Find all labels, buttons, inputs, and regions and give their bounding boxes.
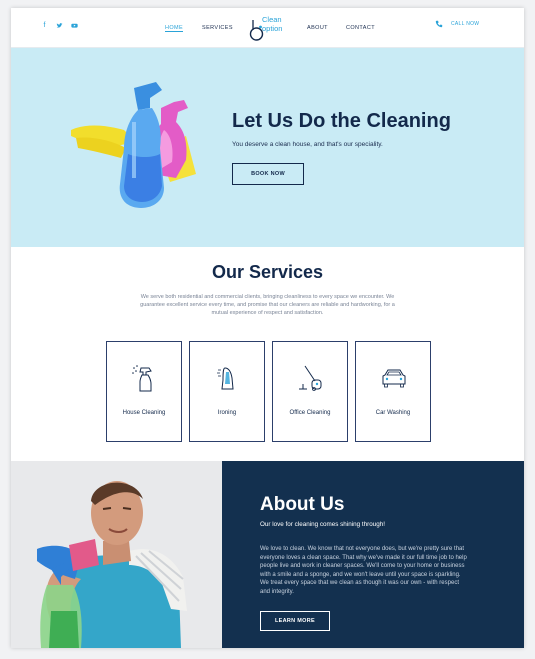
cleaning-supplies-image bbox=[71, 82, 196, 208]
about-subtitle: Our love for cleaning comes shining thro… bbox=[260, 521, 385, 528]
card-label: Office Cleaning bbox=[289, 410, 331, 416]
youtube-icon[interactable] bbox=[71, 22, 78, 29]
nav-services[interactable]: SERVICES bbox=[202, 8, 233, 48]
services-description: We serve both residential and commercial… bbox=[140, 294, 395, 316]
nav-about-label: ABOUT bbox=[307, 25, 328, 31]
book-now-button[interactable]: BOOK NOW bbox=[232, 163, 304, 185]
card-label: Car Washing bbox=[375, 410, 411, 416]
vacuum-icon bbox=[299, 365, 322, 391]
call-now-label: CALL NOW bbox=[451, 21, 480, 27]
nav-services-label: SERVICES bbox=[202, 25, 233, 31]
nav-about[interactable]: ABOUT bbox=[307, 8, 328, 48]
card-label: Ironing bbox=[217, 410, 237, 416]
page-frame: f HOME SERVICES Clean option ABOUT CONTA… bbox=[11, 8, 524, 648]
iron-icon bbox=[217, 367, 234, 390]
service-card-house-cleaning[interactable]: House Cleaning bbox=[106, 341, 182, 442]
learn-more-button[interactable]: LEARN MORE bbox=[260, 611, 330, 631]
hero-section: Let Us Do the Cleaning You deserve a cle… bbox=[11, 48, 524, 247]
service-cards: House Cleaning Ironing Office Cleaning C… bbox=[106, 341, 431, 442]
about-title: About Us bbox=[260, 494, 345, 515]
nav-home[interactable]: HOME bbox=[165, 8, 184, 48]
service-card-car-washing[interactable]: Car Washing bbox=[355, 341, 431, 442]
nav-contact-label: CONTACT bbox=[346, 25, 375, 31]
twitter-icon[interactable] bbox=[56, 22, 63, 29]
phone-icon bbox=[435, 20, 443, 28]
nav-contact[interactable]: CONTACT bbox=[346, 8, 375, 48]
active-underline bbox=[165, 31, 184, 32]
logo-line-1: Clean bbox=[262, 15, 282, 24]
cleaner-man-image bbox=[11, 461, 222, 648]
about-body: We love to clean. We know that not every… bbox=[260, 546, 467, 595]
hero-subtitle: You deserve a clean house, and that's ou… bbox=[232, 141, 383, 148]
logo[interactable]: Clean option bbox=[248, 16, 292, 42]
car-icon bbox=[382, 369, 406, 388]
facebook-icon[interactable]: f bbox=[41, 22, 48, 29]
logo-line-2: option bbox=[262, 24, 283, 33]
logo-text: Clean option bbox=[262, 16, 282, 33]
hero-title: Let Us Do the Cleaning bbox=[232, 110, 451, 132]
about-section: About Us Our love for cleaning comes shi… bbox=[222, 461, 524, 648]
call-now-link[interactable]: CALL NOW bbox=[435, 20, 479, 28]
service-card-ironing[interactable]: Ironing bbox=[189, 341, 265, 442]
site-header: f HOME SERVICES Clean option ABOUT CONTA… bbox=[11, 8, 524, 48]
spray-bottle-icon bbox=[132, 365, 152, 392]
service-card-office-cleaning[interactable]: Office Cleaning bbox=[272, 341, 348, 442]
social-links: f bbox=[41, 22, 78, 29]
cleaner-photo bbox=[11, 461, 222, 648]
card-label: House Cleaning bbox=[122, 410, 166, 416]
services-title: Our Services bbox=[211, 262, 324, 282]
